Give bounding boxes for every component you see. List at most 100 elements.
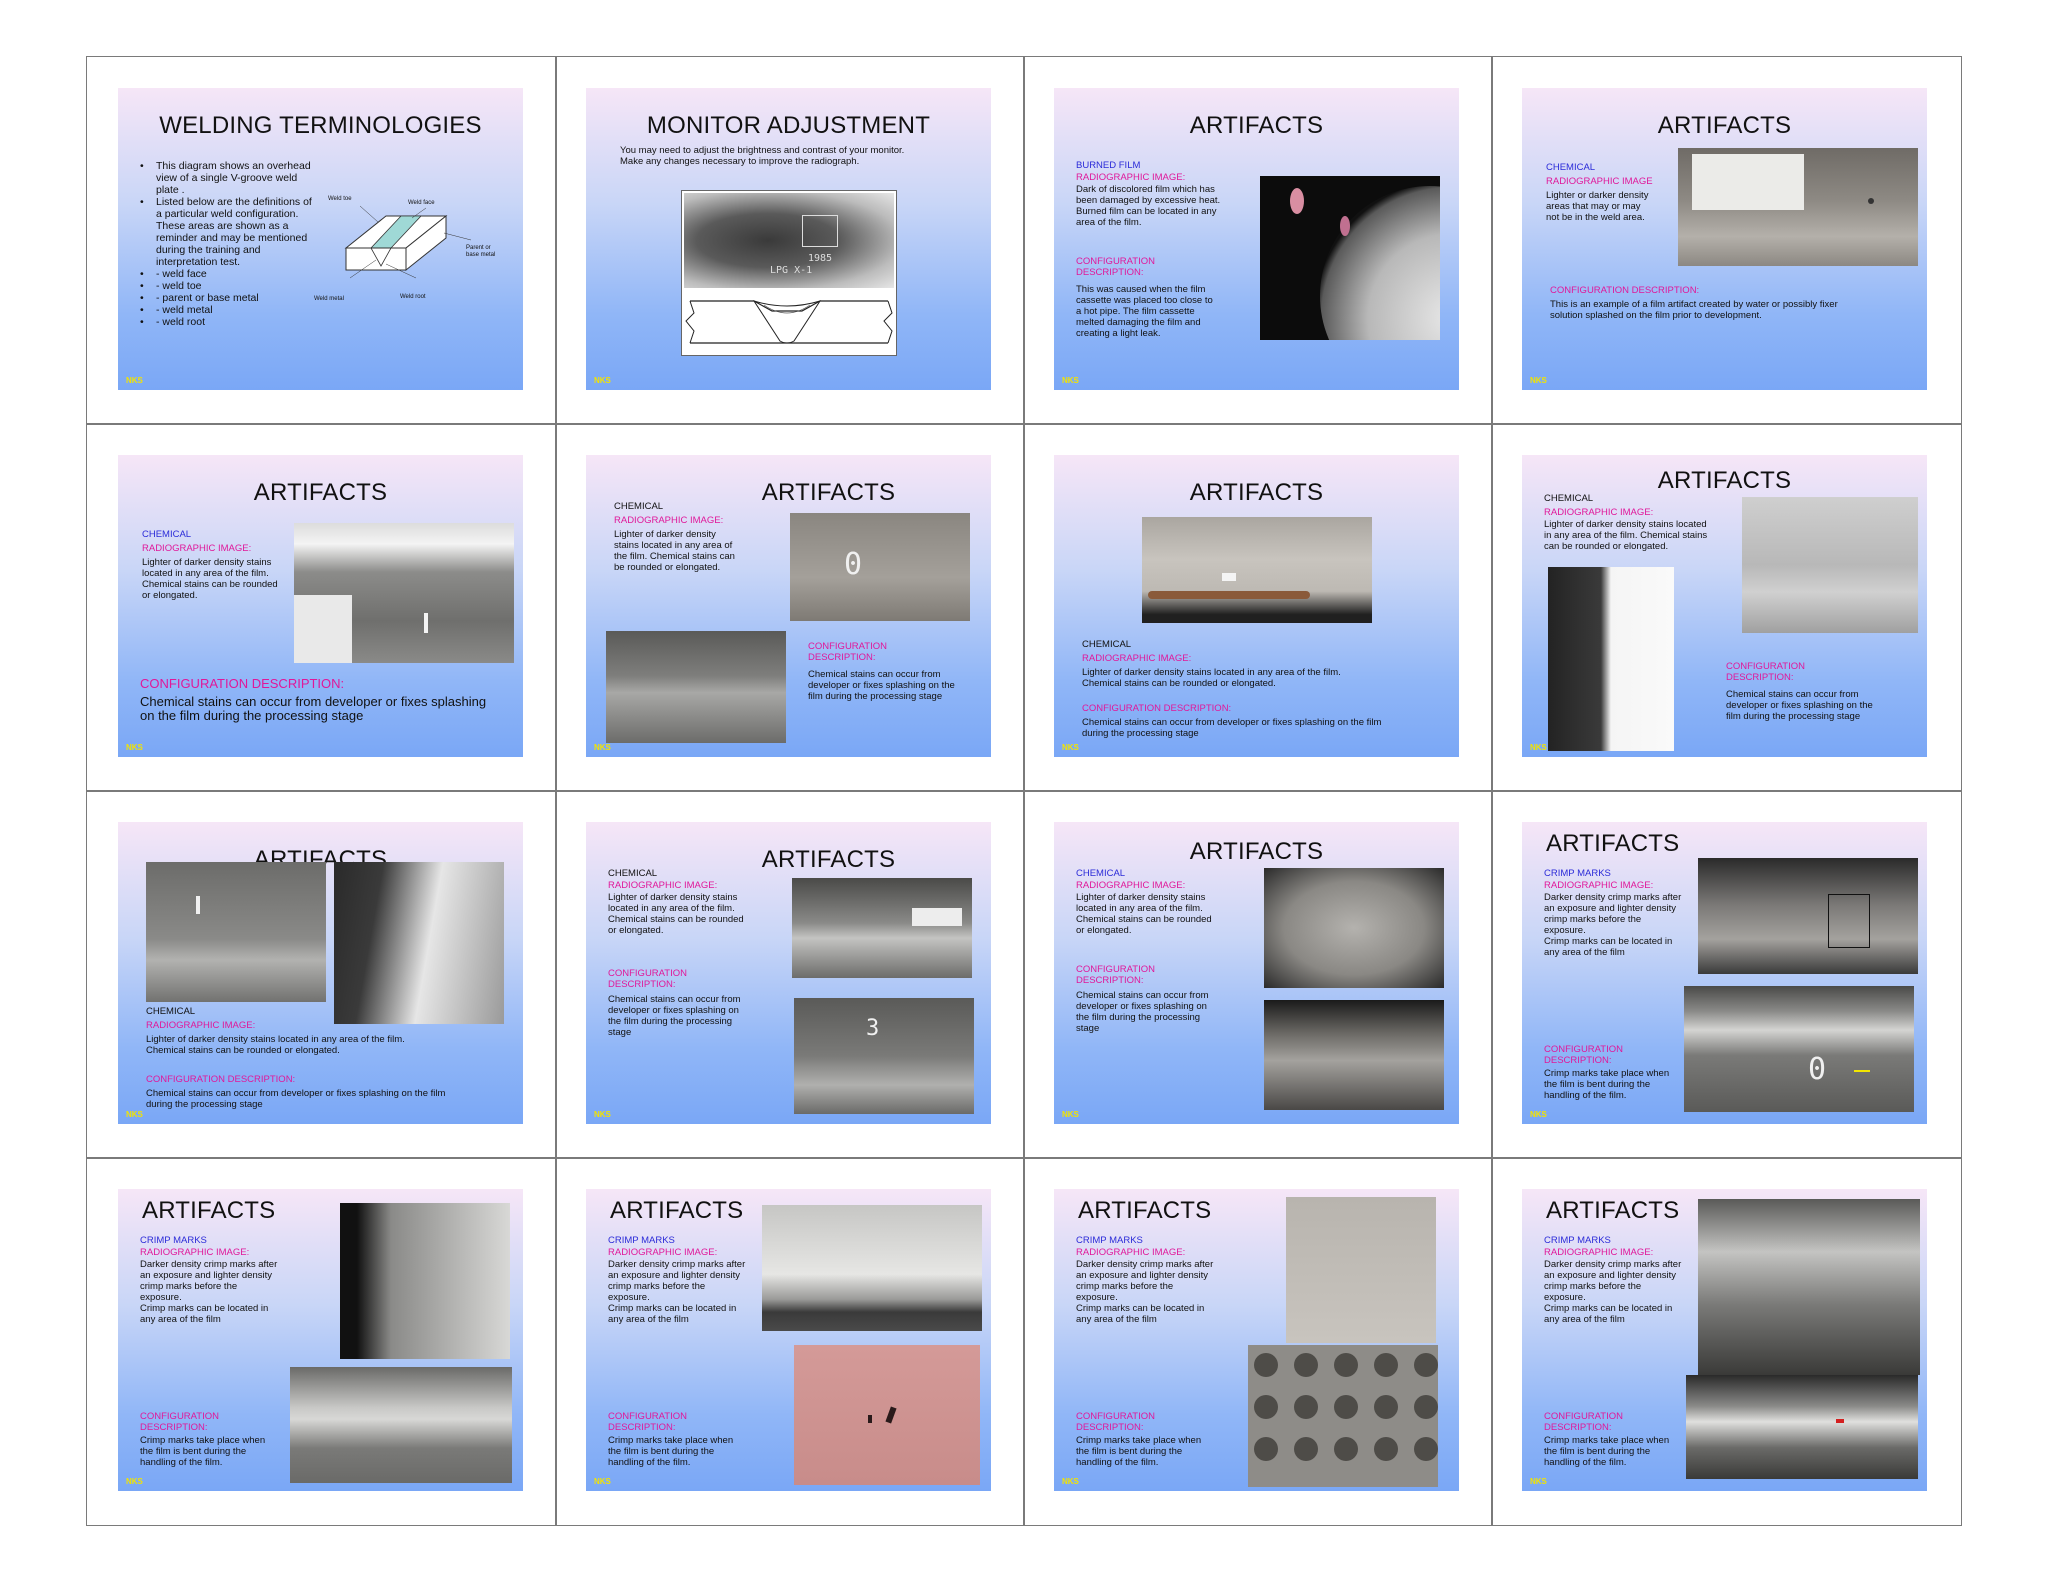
radiographic-image-heading: RADIOGRAPHIC IMAGE:: [1544, 507, 1654, 518]
footer-logo: NKS: [1062, 376, 1079, 385]
slide-title: ARTIFACTS: [761, 846, 896, 873]
configuration-description: Crimp marks take place when the film is …: [608, 1435, 734, 1468]
bullet-item: - weld root: [140, 316, 315, 328]
footer-logo: NKS: [126, 1477, 143, 1486]
footer-logo: NKS: [1062, 743, 1079, 752]
configuration-heading: CONFIGURATION DESCRIPTION:: [140, 676, 345, 691]
bullet-item: This diagram shows an overhead view of a…: [140, 160, 315, 196]
artifact-heading: CHEMICAL: [142, 529, 192, 540]
artifact-description: Lighter or darker density areas that may…: [1546, 190, 1649, 223]
footer-logo: NKS: [1062, 1477, 1079, 1486]
slide-title: ARTIFACTS: [1189, 479, 1324, 506]
artifact-description: Lighter of darker density stains located…: [1076, 892, 1212, 936]
film-dot-pattern: [1254, 1353, 1438, 1461]
artifact-description: Dark of discolored film which has been d…: [1076, 184, 1221, 228]
artifact-heading: CHEMICAL: [1544, 493, 1594, 504]
slide-crimp-marks: ARTIFACTS CRIMP MARKS RADIOGRAPHIC IMAGE…: [586, 1189, 991, 1491]
weld-metal-label: Weld metal: [314, 296, 344, 302]
artifact-heading: CRIMP MARKS: [608, 1235, 675, 1246]
footer-logo: NKS: [1530, 1110, 1547, 1119]
artifact-heading: CHEMICAL: [608, 868, 658, 879]
base-metal-label: base metal: [466, 252, 496, 258]
configuration-description: Chemical stains can occur from developer…: [808, 669, 955, 702]
radiographic-image-heading: RADIOGRAPHIC IMAGE: [1546, 176, 1653, 187]
slide-crimp-marks: ARTIFACTS CRIMP MARKS RADIOGRAPHIC IMAGE…: [1054, 1189, 1459, 1491]
slide-title: ARTIFACTS: [761, 479, 896, 506]
artifact-description: Darker density crimp marks after an expo…: [1544, 892, 1682, 958]
parent-metal-label: Parent or: [466, 245, 491, 251]
artifact-heading: CHEMICAL: [1082, 639, 1132, 650]
radiograph-image: [1142, 517, 1372, 623]
radiograph-image: 0: [790, 513, 970, 621]
footer-logo: NKS: [1062, 1110, 1079, 1119]
footer-logo: NKS: [594, 1477, 611, 1486]
grid-divider: [86, 1157, 1962, 1159]
configuration-heading: CONFIGURATION DESCRIPTION:: [1082, 703, 1232, 714]
weld-toe-label: Weld toe: [328, 196, 352, 202]
bullet-item: - weld face: [140, 268, 315, 280]
bullet-list: This diagram shows an overhead view of a…: [140, 160, 315, 328]
configuration-description: Crimp marks take place when the film is …: [140, 1435, 266, 1468]
radiograph-image: [1286, 1197, 1436, 1343]
radiographic-image-heading: RADIOGRAPHIC IMAGE:: [1076, 880, 1186, 891]
configuration-heading: CONFIGURATION DESCRIPTION:: [146, 1074, 296, 1085]
slide-text: You may need to adjust the brightness an…: [620, 145, 905, 167]
slide-title: WELDING TERMINOLOGIES: [159, 112, 482, 139]
slide-crimp-marks: ARTIFACTS CRIMP MARKS RADIOGRAPHIC IMAGE…: [118, 1189, 523, 1491]
configuration-description: Crimp marks take place when the film is …: [1544, 1068, 1670, 1101]
configuration-heading: CONFIGURATION DESCRIPTION:: [1076, 1411, 1155, 1433]
slide-chemical-artifact: ARTIFACTS CHEMICAL RADIOGRAPHIC IMAGE: L…: [1054, 455, 1459, 757]
slide-chemical-artifact: ARTIFACTS CHEMICAL RADIOGRAPHIC IMAGE: L…: [586, 455, 991, 757]
bullet-item: - parent or base metal: [140, 292, 315, 304]
bullet-item: - weld toe: [140, 280, 315, 292]
artifact-description: Lighter of darker density stains located…: [608, 892, 744, 936]
radiograph-image: [294, 523, 514, 663]
film-number: 3: [866, 1016, 880, 1041]
radiograph-image: [334, 862, 504, 1024]
film-marking: LPG X-1: [770, 265, 813, 276]
footer-logo: NKS: [594, 1110, 611, 1119]
footer-logo: NKS: [126, 376, 143, 385]
slide-burned-film: ARTIFACTS BURNED FILM RADIOGRAPHIC IMAGE…: [1054, 88, 1459, 390]
radiograph-image: [762, 1205, 982, 1331]
artifact-heading: CHEMICAL: [614, 501, 664, 512]
artifact-description: Lighter of darker density stains located…: [1082, 667, 1341, 689]
footer-logo: NKS: [1530, 743, 1547, 752]
artifact-description: Lighter of darker density stains located…: [146, 1034, 405, 1056]
artifact-description: Lighter of darker density stains located…: [614, 529, 735, 573]
radiograph-image: [792, 878, 972, 978]
radiograph-image: [1742, 497, 1918, 633]
footer-logo: NKS: [594, 376, 611, 385]
footer-logo: NKS: [1530, 376, 1547, 385]
radiograph-image: 0: [1684, 986, 1914, 1112]
artifact-heading: CRIMP MARKS: [1544, 1235, 1611, 1246]
slide-title: ARTIFACTS: [253, 479, 388, 506]
radiograph-image: [1264, 868, 1444, 988]
slide-crimp-marks: ARTIFACTS CRIMP MARKS RADIOGRAPHIC IMAGE…: [1522, 1189, 1927, 1491]
artifact-description: Darker density crimp marks after an expo…: [608, 1259, 746, 1325]
footer-logo: NKS: [126, 1110, 143, 1119]
radiograph-image: 3: [794, 998, 974, 1114]
artifact-description: Lighter of darker density stains located…: [142, 557, 278, 601]
radiograph-image: [290, 1367, 512, 1483]
radiographic-image-heading: RADIOGRAPHIC IMAGE:: [1076, 1247, 1186, 1258]
configuration-description: Crimp marks take place when the film is …: [1544, 1435, 1670, 1468]
bullet-item: - weld metal: [140, 304, 315, 316]
radiograph-image: [1248, 1345, 1438, 1487]
radiographic-image-heading: RADIOGRAPHIC IMAGE:: [608, 880, 718, 891]
film-number: 0: [1808, 1052, 1827, 1087]
radiographic-image-heading: RADIOGRAPHIC IMAGE:: [608, 1247, 718, 1258]
slide-chemical-artifact: ARTIFACTS CHEMICAL RADIOGRAPHIC IMAGE: L…: [118, 822, 523, 1124]
configuration-description: Chemical stains can occur from developer…: [140, 694, 487, 723]
weld-face-label: Weld face: [408, 200, 435, 206]
radiograph-image: [146, 862, 326, 1002]
configuration-heading: CONFIGURATION DESCRIPTION:: [608, 968, 687, 990]
radiographic-image-heading: RADIOGRAPHIC IMAGE:: [1544, 880, 1654, 891]
artifact-heading: CRIMP MARKS: [1544, 868, 1611, 879]
slide-title: ARTIFACTS: [1189, 838, 1324, 865]
radiograph-image: [606, 631, 786, 743]
slide-title: ARTIFACTS: [1546, 830, 1680, 857]
artifact-heading: CRIMP MARKS: [140, 1235, 207, 1246]
radiograph-image: 1985 LPG X-1: [681, 190, 897, 356]
radiograph-image: [794, 1345, 980, 1485]
